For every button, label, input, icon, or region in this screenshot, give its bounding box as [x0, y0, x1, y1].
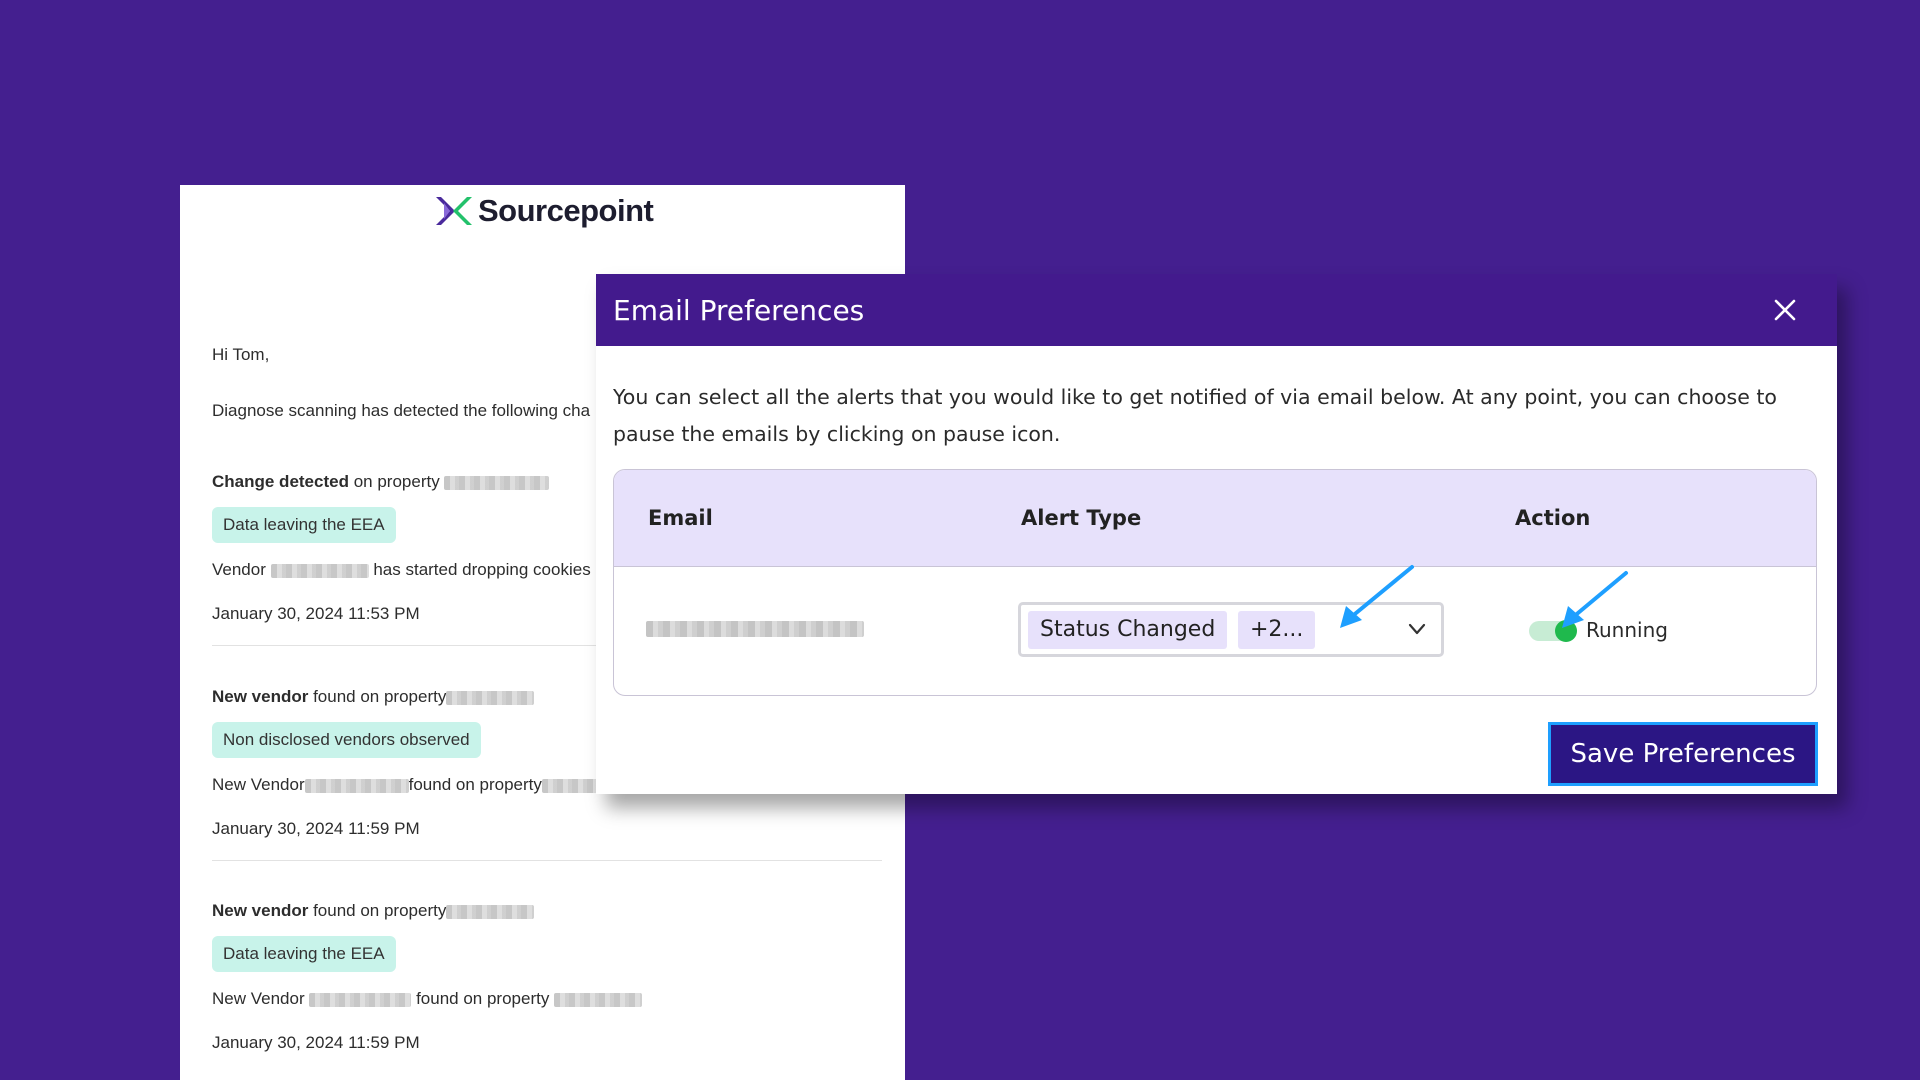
alert-timestamp: January 30, 2024 11:59 PM [212, 819, 420, 838]
redacted-property [446, 904, 535, 919]
preferences-table: Email Alert Type Action Status Changed +… [613, 469, 1817, 696]
column-header-alert-type: Alert Type [1021, 506, 1142, 530]
table-header: Email Alert Type Action [614, 470, 1816, 567]
alert-tag-status-changed[interactable]: Status Changed [1028, 611, 1228, 649]
column-header-action: Action [1515, 506, 1591, 530]
redacted-property [541, 778, 602, 793]
redacted-property [446, 690, 535, 705]
alert-title-rest: found on property [308, 687, 447, 706]
alert-detail-prefix: Vendor [212, 560, 271, 579]
alert-title: New vendor found on property [212, 901, 535, 921]
alert-title-rest: found on property [308, 901, 447, 920]
alert-detail: Vendor has started dropping cookies [212, 560, 591, 580]
redacted-vendor [304, 778, 409, 793]
arrow-annotation-icon [1562, 571, 1628, 628]
alert-detail-suffix: has started dropping cookies [368, 560, 591, 579]
divider [212, 860, 882, 861]
brand-logo: Sourcepoint [434, 193, 654, 229]
modal-description: You can select all the alerts that you w… [613, 385, 1777, 446]
alert-title: Change detected on property [212, 472, 550, 492]
sourcepoint-logo-icon [436, 197, 472, 225]
modal-header: Email Preferences [596, 274, 1837, 346]
alert-title-rest: on property [348, 472, 445, 491]
save-preferences-button[interactable]: Save Preferences [1548, 722, 1818, 786]
alert-detail: New Vendor found on property [212, 775, 602, 795]
alert-chip: Data leaving the EEA [212, 936, 396, 972]
redacted-email-address [646, 621, 864, 637]
redacted-property [444, 475, 550, 490]
alert-tag-more-count[interactable]: +2... [1238, 611, 1316, 649]
alert-title-bold: New vendor [212, 901, 309, 920]
alert-detail-prefix: New Vendor [212, 989, 310, 1008]
close-icon[interactable] [1767, 292, 1803, 328]
column-header-email: Email [648, 506, 713, 530]
redacted-vendor [270, 563, 369, 578]
alert-chip: Non disclosed vendors observed [212, 722, 481, 758]
alert-timestamp: January 30, 2024 11:59 PM [212, 1033, 420, 1052]
arrow-annotation-icon [1340, 565, 1414, 628]
alert-detail-suffix: found on property [411, 989, 555, 1008]
alert-detail-suffix: found on property [408, 775, 542, 794]
brand-name: Sourcepoint [478, 193, 654, 228]
alert-detail-prefix: New Vendor [212, 775, 305, 794]
modal-title: Email Preferences [613, 293, 865, 327]
email-preferences-modal: Email Preferences You can select all the… [596, 274, 1837, 794]
alert-timestamp: January 30, 2024 11:53 PM [212, 604, 420, 623]
alert-title-bold: New vendor [212, 687, 309, 706]
redacted-property [554, 992, 643, 1007]
redacted-vendor [309, 992, 412, 1007]
email-intro: Diagnose scanning has detected the follo… [212, 401, 591, 420]
stage: Sourcepoint Hi Tom, Diagnose scanning ha… [0, 0, 1920, 1080]
alert-detail: New Vendor found on property [212, 989, 643, 1009]
alert-chip: Data leaving the EEA [212, 507, 396, 543]
alert-title-bold: Change detected [212, 472, 349, 491]
alert-title: New vendor found on property [212, 687, 535, 707]
email-greeting: Hi Tom, [212, 345, 270, 364]
